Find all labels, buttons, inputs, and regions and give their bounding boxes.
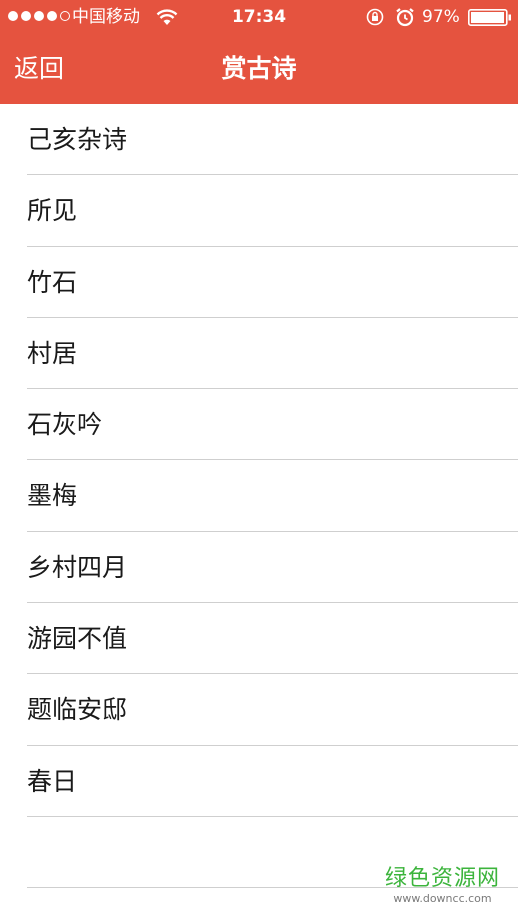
alarm-clock-icon [396,8,414,27]
navigation-bar: 返回 赏古诗 [0,34,518,104]
poem-title: 村居 [27,338,78,368]
poem-title: 游园不值 [27,624,128,654]
app-header: 中国移动 17:34 97% 返回 赏古诗 [0,0,518,104]
poem-title: 墨梅 [27,481,78,511]
poem-title: 乡村四月 [27,552,128,582]
watermark-logo: 绿色资源网 www.downcc.com [385,866,500,905]
watermark-url-text: www.downcc.com [393,892,492,905]
list-item[interactable]: 春日 [0,746,518,817]
list-item[interactable]: 石灰吟 [0,389,518,461]
page-title: 赏古诗 [221,54,297,83]
poem-list: 己亥杂诗 所见 竹石 村居 石灰吟 墨梅 乡村四月 游园不值 题临安邸 春日 [0,104,518,889]
poem-title: 春日 [27,766,78,796]
list-item[interactable]: 墨梅 [0,460,518,532]
poem-title: 所见 [27,196,78,226]
poem-title: 石灰吟 [27,410,103,440]
poem-title: 己亥杂诗 [27,125,128,154]
list-item[interactable]: 己亥杂诗 [0,104,518,176]
list-item[interactable]: 游园不值 [0,603,518,675]
orientation-lock-icon [366,8,384,26]
list-item[interactable]: 乡村四月 [0,532,518,604]
watermark-main-text: 绿色资源网 [384,866,500,891]
list-item[interactable]: 竹石 [0,247,518,318]
list-item[interactable]: 所见 [0,175,518,247]
poem-title: 题临安邸 [27,695,128,725]
battery-icon [468,9,511,26]
list-item[interactable]: 题临安邸 [0,674,518,746]
poem-title: 竹石 [27,267,78,297]
battery-percentage: 97% [422,7,460,27]
status-bar: 中国移动 17:34 97% [0,0,518,34]
list-item[interactable]: 村居 [0,318,518,390]
